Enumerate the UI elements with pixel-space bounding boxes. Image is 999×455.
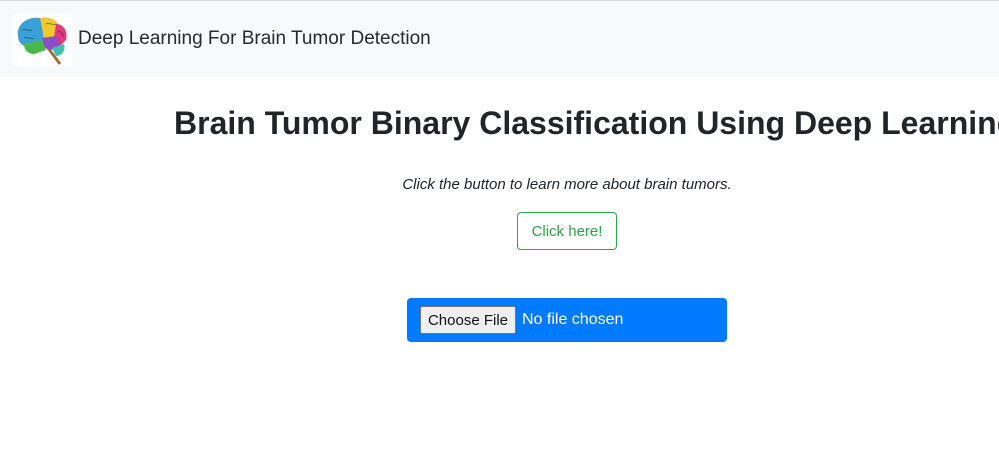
file-upload-field[interactable]: Choose File No file chosen (407, 298, 727, 342)
file-status-text: No file chosen (522, 311, 624, 328)
subtitle-text: Click the button to learn more about bra… (402, 176, 732, 193)
brand-title[interactable]: Deep Learning For Brain Tumor Detection (78, 27, 431, 51)
choose-file-button[interactable]: Choose File (420, 306, 516, 334)
brain-icon[interactable] (12, 14, 72, 66)
navbar: Deep Learning For Brain Tumor Detection (0, 0, 999, 77)
learn-more-button[interactable]: Click here! (517, 212, 617, 250)
page-title: Brain Tumor Binary Classification Using … (174, 105, 999, 141)
